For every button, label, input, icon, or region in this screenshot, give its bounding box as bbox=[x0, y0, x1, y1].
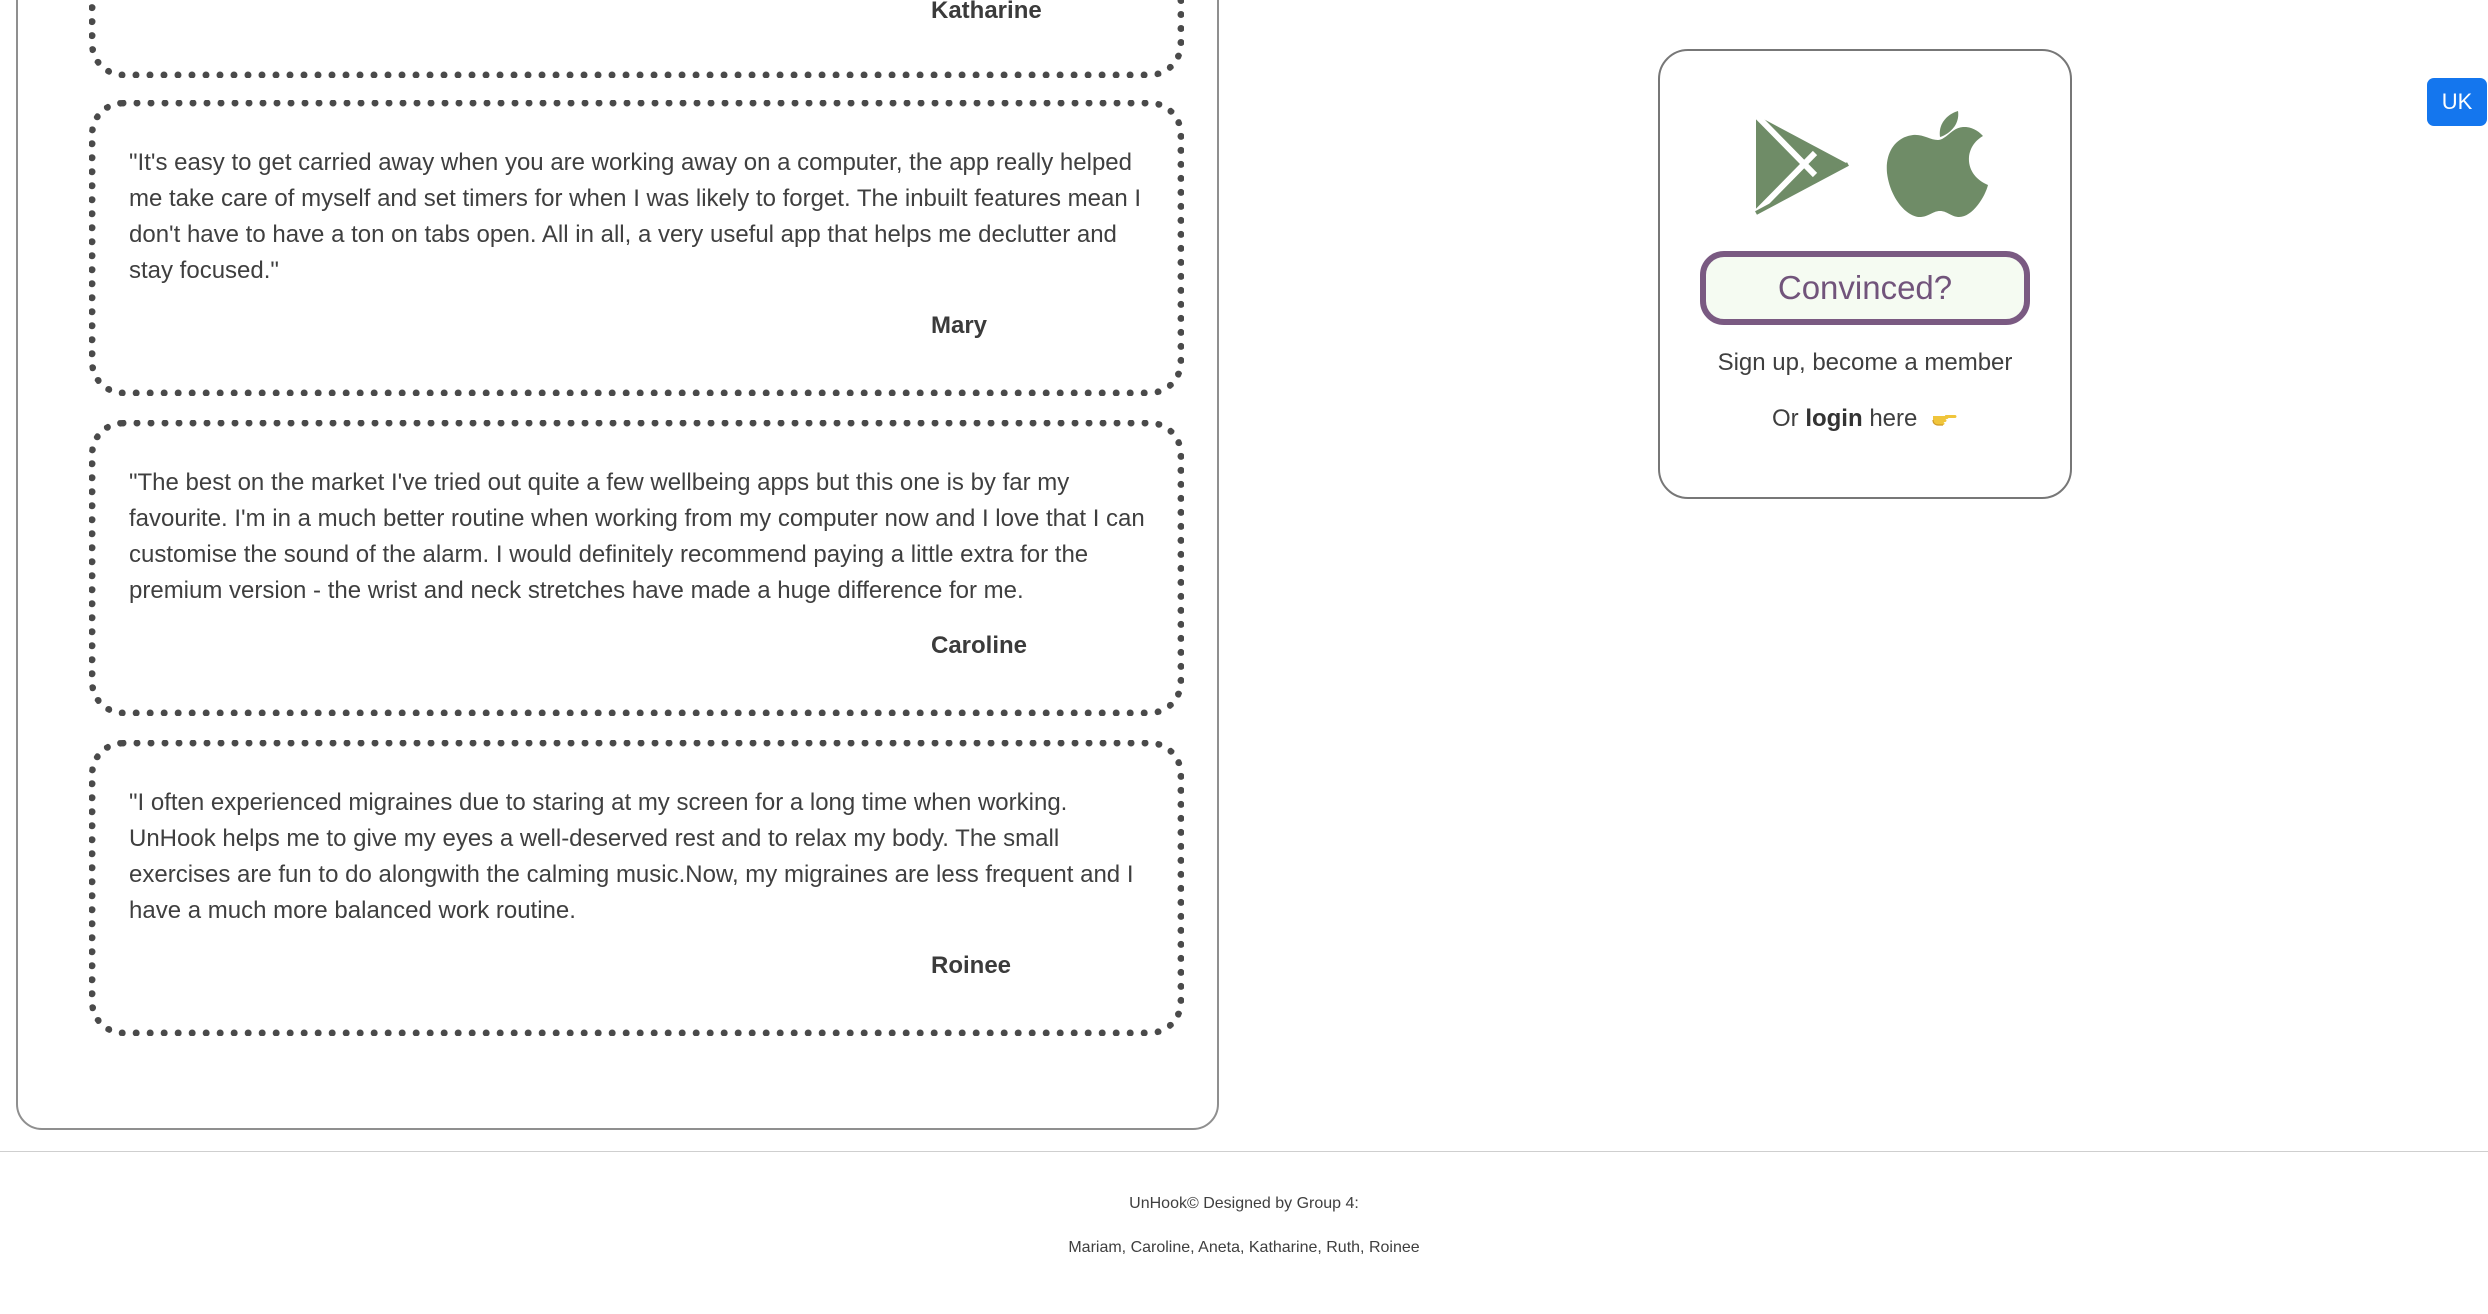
testimonial-author: Mary bbox=[931, 312, 988, 339]
login-prefix: Or bbox=[1771, 405, 1799, 432]
testimonial-author: Caroline bbox=[931, 632, 1028, 659]
google-play-icon[interactable] bbox=[1748, 109, 1858, 219]
apple-icon[interactable] bbox=[1882, 109, 1992, 219]
language-uk-button[interactable]: UK bbox=[2427, 78, 2487, 126]
testimonial-author: Roinee bbox=[931, 952, 1012, 979]
convinced-signup-button[interactable]: Convinced? bbox=[1700, 251, 2030, 325]
pointing-hand-icon bbox=[1932, 415, 1957, 426]
login-prompt: Or login here bbox=[1660, 405, 2070, 433]
footer-copyright: UnHook© Designed by Group 4: bbox=[1129, 1195, 1359, 1212]
testimonial-roinee: "I often experienced migraines due to st… bbox=[89, 740, 1184, 1036]
testimonial-quote: "The best on the market I've tried out q… bbox=[129, 469, 1145, 604]
login-link[interactable]: login bbox=[1805, 405, 1862, 432]
testimonial-author: Katharine bbox=[931, 0, 1042, 24]
testimonial-mary: "It's easy to get carried away when you … bbox=[89, 100, 1184, 396]
signup-card: Convinced? Sign up, become a member Or l… bbox=[1658, 49, 2072, 499]
testimonial-caroline: "The best on the market I've tried out q… bbox=[89, 420, 1184, 716]
testimonials-panel: Katharine "It's easy to get carried away… bbox=[16, 0, 1219, 1130]
login-suffix: here bbox=[1869, 405, 1918, 432]
signup-message: Sign up, become a member bbox=[1717, 349, 2013, 376]
testimonial-katharine: Katharine bbox=[89, 0, 1184, 78]
testimonial-quote: "I often experienced migraines due to st… bbox=[129, 789, 1134, 924]
footer-team-members: Mariam, Caroline, Aneta, Katharine, Ruth… bbox=[1068, 1239, 1420, 1256]
footer-divider bbox=[0, 1151, 2488, 1152]
testimonial-quote: "It's easy to get carried away when you … bbox=[129, 149, 1142, 284]
